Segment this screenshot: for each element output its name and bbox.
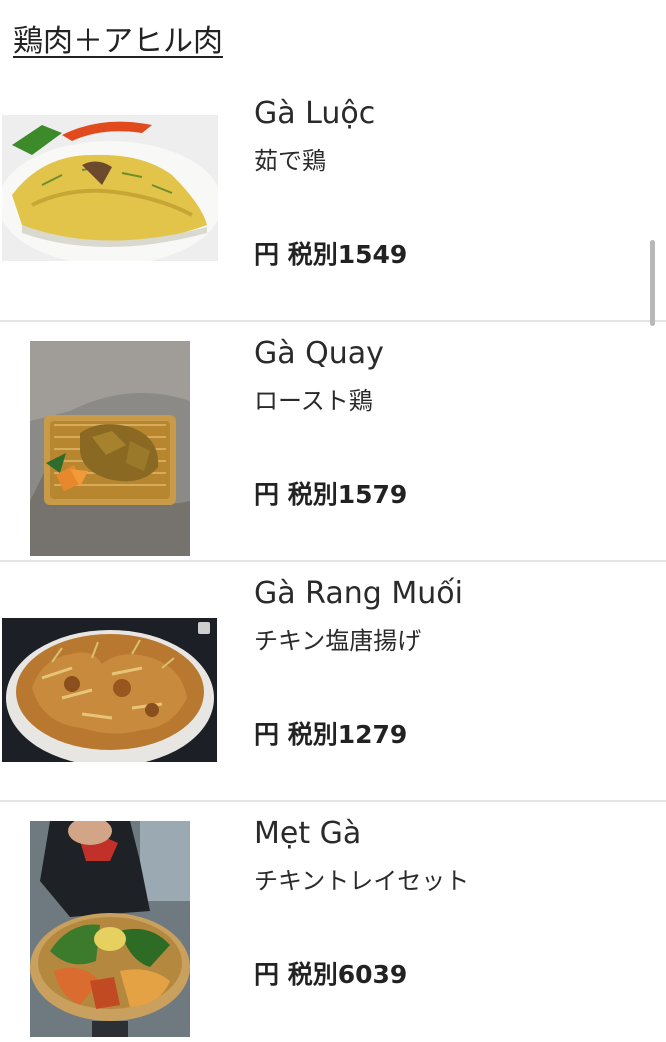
item-price: 円 税別1279 [254,720,408,749]
menu-item[interactable]: Gà Quay ロースト鶏 円 税別1579 [0,322,666,562]
boiled-chicken-image[interactable] [2,115,218,261]
menu-item[interactable]: Gà Luộc 茹で鶏 円 税別1549 [0,82,666,322]
menu-list: Gà Luộc 茹で鶏 円 税別1549 Gà Quay ロースト鶏 円 税別1… [0,82,666,1042]
scrollbar[interactable] [650,240,655,326]
item-price: 円 税別6039 [254,960,408,989]
item-subtitle: ロースト鶏 [254,387,373,415]
item-price: 円 税別1549 [254,240,408,269]
item-name: Mẹt Gà [254,816,362,851]
category-title: 鶏肉＋アヒル肉 [13,24,223,59]
item-subtitle: 茹で鶏 [254,147,326,175]
item-subtitle: チキン塩唐揚げ [254,627,422,655]
item-price: 円 税別1579 [254,480,408,509]
menu-item[interactable]: Mẹt Gà チキントレイセット 円 税別6039 [0,802,666,1042]
roast-chicken-image[interactable] [30,341,190,556]
menu-item[interactable]: Gà Rang Muối チキン塩唐揚げ 円 税別1279 [0,562,666,802]
item-subtitle: チキントレイセット [254,867,470,895]
salt-fried-chicken-image[interactable] [2,618,217,762]
item-name: Gà Luộc [254,96,376,131]
chicken-tray-set-image[interactable] [30,821,190,1037]
item-name: Gà Quay [254,336,384,371]
item-name: Gà Rang Muối [254,576,463,611]
